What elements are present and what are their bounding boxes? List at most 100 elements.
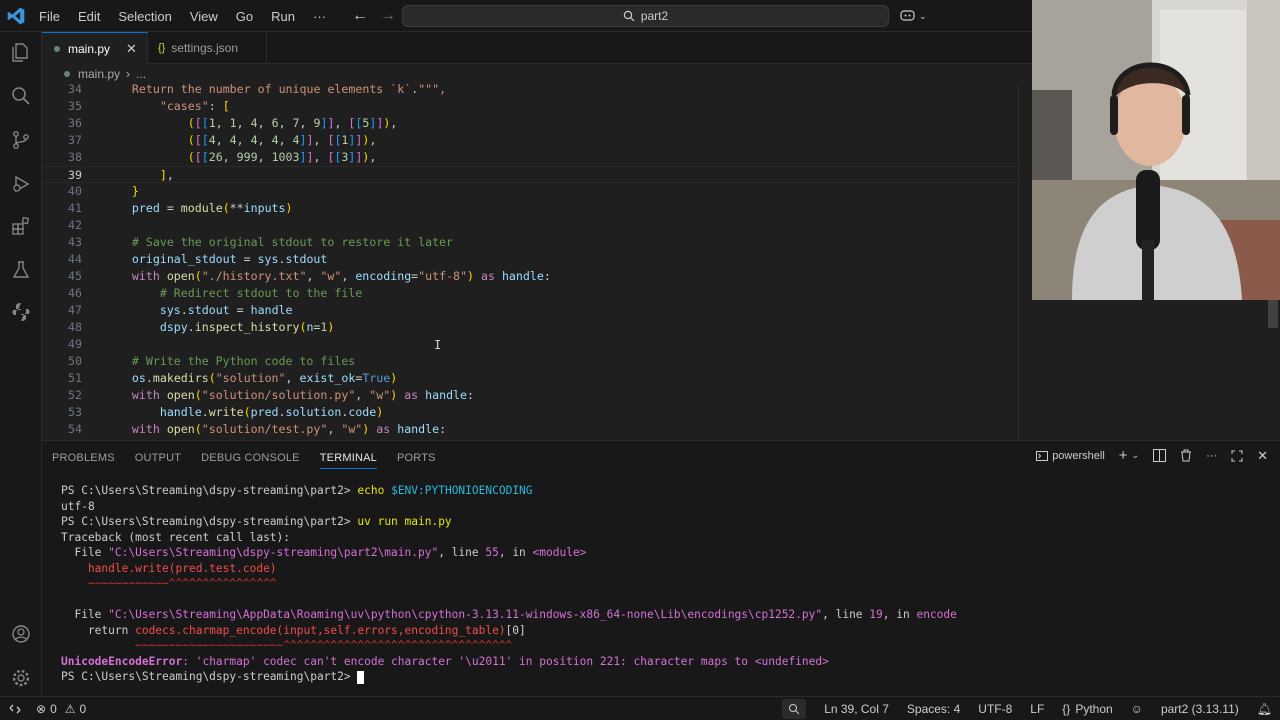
- menu-file[interactable]: File: [30, 9, 69, 24]
- code-line[interactable]: 51 os.makedirs("solution", exist_ok=True…: [42, 370, 1018, 387]
- extensions-icon[interactable]: [9, 214, 33, 238]
- code-line[interactable]: 49: [42, 336, 1018, 353]
- line-number: 38: [68, 150, 82, 164]
- line-number: 50: [68, 354, 82, 368]
- menu-view[interactable]: View: [181, 9, 227, 24]
- source-control-icon[interactable]: [9, 128, 33, 152]
- editor-scrollbar[interactable]: [1018, 84, 1032, 440]
- code-line[interactable]: 34 Return the number of unique elements …: [42, 84, 1018, 98]
- problems-indicator[interactable]: ⊗ 0 ⚠ 0: [36, 697, 86, 720]
- code-line[interactable]: 36 ([[1, 1, 4, 6, 7, 9]], [[5]]),: [42, 115, 1018, 132]
- explorer-icon[interactable]: [9, 40, 33, 64]
- status-right: Ln 39, Col 7 Spaces: 4 UTF-8 LF {} Python…: [782, 697, 1272, 720]
- line-number: 34: [68, 84, 82, 96]
- run-debug-icon[interactable]: [9, 172, 33, 196]
- code-line[interactable]: 45 with open("./history.txt", "w", encod…: [42, 268, 1018, 285]
- code-line[interactable]: 38 ([[26, 999, 1003]], [[3]]),: [42, 149, 1018, 166]
- command-center-search[interactable]: part2: [402, 5, 889, 27]
- settings-gear-icon[interactable]: [9, 666, 33, 690]
- panel-actions: powershell + ⌄ ··· ✕: [1036, 447, 1268, 464]
- line-number: 39: [68, 168, 82, 182]
- code-line[interactable]: 43 # Save the original stdout to restore…: [42, 234, 1018, 251]
- python-icon[interactable]: [9, 300, 33, 324]
- tab-terminal[interactable]: TERMINAL: [319, 447, 377, 469]
- code-line[interactable]: 40 }: [42, 183, 1018, 200]
- code-text: ([[1, 1, 4, 6, 7, 9]], [[5]]),: [187, 116, 398, 130]
- more-actions-icon[interactable]: ···: [1206, 450, 1217, 462]
- code-line[interactable]: 35 "cases": [: [42, 98, 1018, 115]
- terminal-line: UnicodeEncodeError: 'charmap' codec can'…: [61, 654, 829, 668]
- close-icon[interactable]: ✕: [126, 41, 137, 57]
- breadcrumb-more[interactable]: ...: [136, 67, 146, 81]
- code-line[interactable]: 41 pred = module(**inputs): [42, 200, 1018, 217]
- code-text: os.makedirs("solution", exist_ok=True): [131, 371, 398, 385]
- file-encoding[interactable]: UTF-8: [978, 702, 1012, 716]
- tab-ports[interactable]: PORTS: [397, 447, 436, 469]
- code-text: # Write the Python code to files: [131, 354, 356, 368]
- code-text: with open("solution/test.py", "w") as ha…: [131, 422, 447, 436]
- line-ending[interactable]: LF: [1030, 702, 1044, 716]
- trash-icon[interactable]: [1180, 449, 1192, 462]
- code-line[interactable]: 37 ([[4, 4, 4, 4, 4]], [[1]]),: [42, 132, 1018, 149]
- breadcrumb-file[interactable]: main.py: [78, 67, 120, 81]
- code-line[interactable]: 52 with open("solution/solution.py", "w"…: [42, 387, 1018, 404]
- tab-problems[interactable]: PROBLEMS: [52, 447, 115, 469]
- minimap-scrollbar[interactable]: [1268, 300, 1278, 328]
- menu-more[interactable]: ···: [304, 9, 335, 24]
- split-terminal-icon[interactable]: [1153, 449, 1167, 462]
- account-icon[interactable]: [9, 622, 33, 646]
- code-line[interactable]: 53 handle.write(pred.solution.code): [42, 404, 1018, 421]
- braces-icon: {}: [1062, 701, 1071, 716]
- tab-output[interactable]: OUTPUT: [135, 447, 181, 469]
- cursor-position[interactable]: Ln 39, Col 7: [824, 702, 889, 716]
- code-line[interactable]: 50 # Write the Python code to files: [42, 353, 1018, 370]
- code-line[interactable]: 46 # Redirect stdout to the file: [42, 285, 1018, 302]
- menu-go[interactable]: Go: [227, 9, 262, 24]
- line-number: 43: [68, 235, 82, 249]
- tab-label: settings.json: [171, 41, 238, 55]
- code-editor[interactable]: 34 Return the number of unique elements …: [42, 84, 1018, 440]
- forward-arrow-icon[interactable]: →: [378, 6, 398, 26]
- zoom-icon[interactable]: [782, 698, 807, 719]
- python-file-icon: [54, 46, 60, 52]
- tab-main-py[interactable]: main.py ✕: [42, 32, 148, 65]
- tab-debug-console[interactable]: DEBUG CONSOLE: [201, 447, 300, 469]
- line-number: 46: [68, 286, 82, 300]
- testing-flask-icon[interactable]: [9, 258, 33, 282]
- code-line[interactable]: 44 original_stdout = sys.stdout: [42, 251, 1018, 268]
- search-icon[interactable]: [9, 84, 33, 108]
- code-line[interactable]: 39 ],: [42, 166, 1018, 183]
- python-interpreter[interactable]: part2 (3.13.11): [1161, 702, 1239, 716]
- code-line[interactable]: 42: [42, 217, 1018, 234]
- bottom-panel: PROBLEMS OUTPUT DEBUG CONSOLE TERMINAL P…: [42, 440, 1280, 696]
- python-file-icon: [64, 71, 70, 77]
- notifications-bell-icon[interactable]: 🔔︎: [1257, 702, 1272, 716]
- code-text: # Save the original stdout to restore it…: [131, 235, 454, 249]
- error-icon: ⊗: [36, 701, 47, 716]
- code-text: pred = module(**inputs): [131, 201, 293, 215]
- tab-settings-json[interactable]: {} settings.json: [148, 32, 267, 64]
- copilot-button[interactable]: ⌄: [900, 6, 930, 26]
- terminal-line: Traceback (most recent call last):: [61, 530, 291, 544]
- language-mode[interactable]: {} Python: [1062, 702, 1112, 716]
- terminal-line: File "C:\Users\Streaming\dspy-streaming\…: [61, 546, 587, 559]
- code-line[interactable]: 48 dspy.inspect_history(n=1): [42, 319, 1018, 336]
- close-panel-icon[interactable]: ✕: [1257, 448, 1268, 464]
- code-line[interactable]: 47 sys.stdout = handle: [42, 302, 1018, 319]
- chevron-down-icon[interactable]: ⌄: [1132, 450, 1140, 461]
- terminal-shell-selector[interactable]: powershell: [1036, 450, 1105, 462]
- remote-indicator[interactable]: [0, 697, 30, 720]
- activity-bar: [0, 32, 42, 696]
- code-line[interactable]: 54 with open("solution/test.py", "w") as…: [42, 421, 1018, 438]
- menu-run[interactable]: Run: [262, 9, 304, 24]
- copilot-status-icon[interactable]: ☺: [1131, 702, 1143, 716]
- terminal-output[interactable]: PS C:\Users\Streaming\dspy-streaming\par…: [61, 483, 1261, 685]
- back-arrow-icon[interactable]: ←: [350, 6, 370, 26]
- new-terminal-plus-icon[interactable]: +: [1119, 447, 1128, 464]
- menu-selection[interactable]: Selection: [109, 9, 180, 24]
- line-number: 36: [68, 116, 82, 130]
- breadcrumb: main.py › ...: [42, 64, 1032, 84]
- maximize-panel-icon[interactable]: [1231, 450, 1243, 462]
- indentation[interactable]: Spaces: 4: [907, 702, 960, 716]
- menu-edit[interactable]: Edit: [69, 9, 109, 24]
